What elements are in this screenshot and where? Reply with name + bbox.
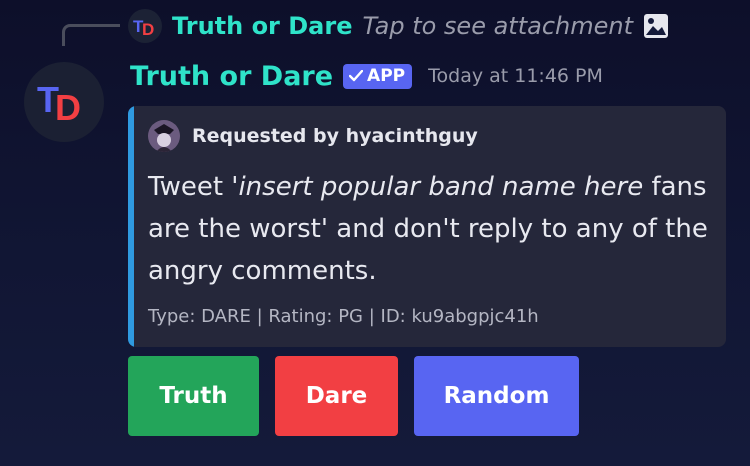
image-icon <box>643 13 669 39</box>
random-button[interactable]: Random <box>414 356 579 436</box>
embed-accent-bar <box>128 106 134 347</box>
dare-button[interactable]: Dare <box>275 356 398 436</box>
reply-avatar[interactable]: T D <box>128 9 162 43</box>
bot-avatar[interactable]: T D <box>24 62 104 142</box>
td-logo-icon: T D <box>37 80 81 124</box>
app-badge: APP <box>343 63 413 89</box>
reply-preview-text[interactable]: Tap to see attachment <box>362 12 633 40</box>
svg-text:D: D <box>142 20 154 36</box>
message-timestamp[interactable]: Today at 11:46 PM <box>428 65 603 87</box>
td-logo-icon: T D <box>133 17 154 36</box>
message-author-name[interactable]: Truth or Dare <box>130 61 333 92</box>
reply-reference[interactable]: T D Truth or Dare Tap to see attachment <box>128 8 669 44</box>
embed-author: Requested by hyacinthguy <box>148 120 478 152</box>
requester-avatar <box>148 120 180 152</box>
truth-button[interactable]: Truth <box>128 356 259 436</box>
message-header: Truth or Dare APP Today at 11:46 PM <box>130 56 603 96</box>
dare-text-prefix: Tweet ' <box>148 172 239 202</box>
app-badge-label: APP <box>367 65 406 86</box>
svg-text:D: D <box>55 87 81 124</box>
dare-text: Tweet 'insert popular band name here fan… <box>148 166 708 292</box>
dare-text-italic: insert popular band name here <box>238 172 644 202</box>
reply-author-name[interactable]: Truth or Dare <box>172 12 352 40</box>
embed-footer: Type: DARE | Rating: PG | ID: ku9abgpjc4… <box>148 306 539 327</box>
reply-connector <box>62 24 120 46</box>
embed-author-name: Requested by hyacinthguy <box>192 125 478 147</box>
checkmark-icon <box>349 69 364 81</box>
dare-embed: Requested by hyacinthguy Tweet 'insert p… <box>128 106 726 347</box>
